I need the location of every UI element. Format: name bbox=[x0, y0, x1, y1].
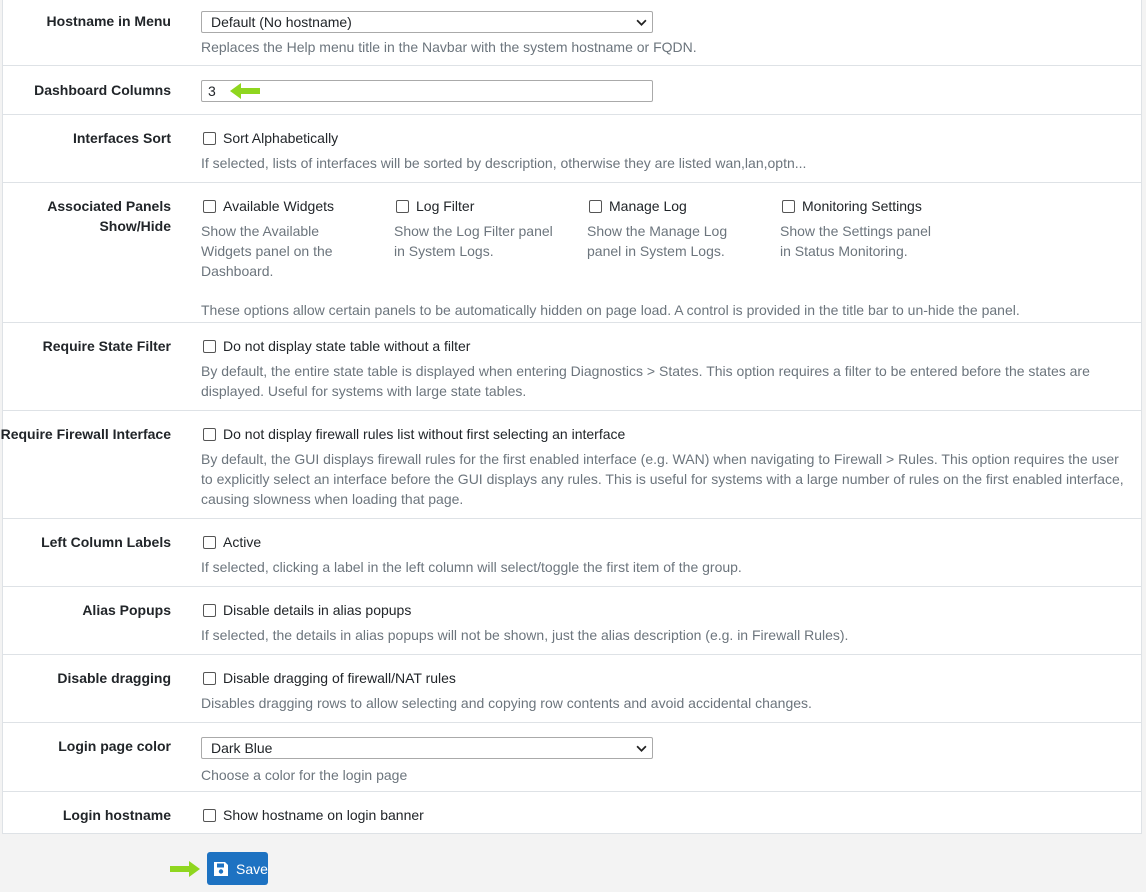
panel-option-available-widgets: Available Widgets Show the Available Wid… bbox=[201, 196, 394, 281]
label-left-column-labels[interactable]: Left Column Labels bbox=[41, 532, 171, 552]
log-filter-label[interactable]: Log Filter bbox=[416, 196, 474, 216]
dashboard-columns-value: 3 bbox=[208, 83, 216, 99]
checkbox-box[interactable] bbox=[203, 808, 216, 822]
login-page-color-select[interactable]: Dark Blue bbox=[201, 737, 653, 759]
checkbox-box[interactable] bbox=[203, 671, 216, 685]
label-associated-panels-line1: Associated Panels bbox=[47, 198, 171, 214]
help-interfaces-sort: If selected, lists of interfaces will be… bbox=[201, 155, 807, 171]
row-left-column-labels: Left Column Labels Active If selected, c… bbox=[3, 519, 1141, 587]
checkbox-box[interactable] bbox=[203, 603, 216, 617]
available-widgets-checkbox[interactable]: Available Widgets bbox=[201, 196, 394, 216]
green-arrow-icon bbox=[170, 861, 200, 877]
checkbox-box[interactable] bbox=[203, 339, 216, 353]
log-filter-checkbox[interactable]: Log Filter bbox=[394, 196, 587, 216]
help-log-filter: Show the Log Filter panel in System Logs… bbox=[394, 223, 553, 259]
login-hostname-checkbox-label[interactable]: Show hostname on login banner bbox=[223, 805, 424, 825]
row-hostname-in-menu: Hostname in Menu Default (No hostname) R… bbox=[3, 0, 1141, 66]
save-button[interactable]: Save bbox=[207, 852, 268, 885]
label-associated-panels-line2: Show/Hide bbox=[99, 218, 171, 234]
checkbox-box[interactable] bbox=[203, 535, 216, 549]
checkbox-box[interactable] bbox=[589, 199, 602, 213]
checkbox-box[interactable] bbox=[782, 199, 795, 213]
help-disable-dragging: Disables dragging rows to allow selectin… bbox=[201, 695, 812, 711]
hostname-in-menu-selected: Default (No hostname) bbox=[211, 14, 352, 30]
label-associated-panels[interactable]: Associated Panels Show/Hide bbox=[47, 196, 171, 236]
left-column-labels-checkbox-label[interactable]: Active bbox=[223, 532, 261, 552]
disable-dragging-checkbox-label[interactable]: Disable dragging of firewall/NAT rules bbox=[223, 668, 456, 688]
require-state-filter-checkbox-label[interactable]: Do not display state table without a fil… bbox=[223, 336, 470, 356]
label-disable-dragging[interactable]: Disable dragging bbox=[57, 668, 171, 688]
chevron-down-icon bbox=[636, 745, 647, 752]
checkbox-box[interactable] bbox=[203, 199, 216, 213]
row-login-page-color: Login page color Dark Blue Choose a colo… bbox=[3, 723, 1141, 792]
label-login-hostname[interactable]: Login hostname bbox=[63, 805, 171, 825]
require-firewall-interface-checkbox[interactable]: Do not display firewall rules list witho… bbox=[201, 424, 1131, 444]
require-firewall-interface-checkbox-label[interactable]: Do not display firewall rules list witho… bbox=[223, 424, 625, 444]
panel-option-manage-log: Manage Log Show the Manage Log panel in … bbox=[587, 196, 780, 281]
help-login-page-color: Choose a color for the login page bbox=[201, 767, 408, 783]
manage-log-checkbox[interactable]: Manage Log bbox=[587, 196, 780, 216]
label-require-state-filter[interactable]: Require State Filter bbox=[43, 336, 171, 356]
row-dashboard-columns: Dashboard Columns 3 bbox=[3, 66, 1141, 115]
left-column-labels-checkbox[interactable]: Active bbox=[201, 532, 1131, 552]
alias-popups-checkbox[interactable]: Disable details in alias popups bbox=[201, 600, 1131, 620]
label-interfaces-sort[interactable]: Interfaces Sort bbox=[73, 128, 171, 148]
help-available-widgets: Show the Available Widgets panel on the … bbox=[201, 223, 333, 279]
help-require-firewall-interface: By default, the GUI displays firewall ru… bbox=[201, 451, 1124, 507]
row-interfaces-sort: Interfaces Sort Sort Alphabetically If s… bbox=[3, 115, 1141, 183]
label-dashboard-columns[interactable]: Dashboard Columns bbox=[34, 80, 171, 100]
monitoring-settings-label[interactable]: Monitoring Settings bbox=[802, 196, 922, 216]
label-hostname-in-menu[interactable]: Hostname in Menu bbox=[47, 11, 171, 31]
alias-popups-checkbox-label[interactable]: Disable details in alias popups bbox=[223, 600, 411, 620]
checkbox-box[interactable] bbox=[203, 131, 216, 145]
help-left-column-labels: If selected, clicking a label in the lef… bbox=[201, 559, 742, 575]
help-associated-panels: These options allow certain panels to be… bbox=[201, 302, 1020, 318]
help-alias-popups: If selected, the details in alias popups… bbox=[201, 627, 849, 643]
green-arrow-icon bbox=[230, 83, 260, 99]
help-hostname-in-menu: Replaces the Help menu title in the Navb… bbox=[201, 39, 697, 55]
dashboard-columns-input[interactable]: 3 bbox=[201, 80, 653, 102]
label-login-page-color[interactable]: Login page color bbox=[58, 736, 171, 756]
login-page-color-selected: Dark Blue bbox=[211, 740, 273, 756]
monitoring-settings-checkbox[interactable]: Monitoring Settings bbox=[780, 196, 973, 216]
panel-option-log-filter: Log Filter Show the Log Filter panel in … bbox=[394, 196, 587, 281]
label-alias-popups[interactable]: Alias Popups bbox=[82, 600, 171, 620]
manage-log-label[interactable]: Manage Log bbox=[609, 196, 687, 216]
login-hostname-checkbox[interactable]: Show hostname on login banner bbox=[201, 805, 1131, 825]
interfaces-sort-checkbox-label[interactable]: Sort Alphabetically bbox=[223, 128, 338, 148]
row-require-state-filter: Require State Filter Do not display stat… bbox=[3, 323, 1141, 411]
row-login-hostname: Login hostname Show hostname on login ba… bbox=[3, 792, 1141, 834]
save-button-label: Save bbox=[236, 860, 268, 877]
floppy-disk-icon bbox=[214, 861, 228, 876]
help-manage-log: Show the Manage Log panel in System Logs… bbox=[587, 223, 728, 259]
checkbox-box[interactable] bbox=[396, 199, 409, 213]
row-alias-popups: Alias Popups Disable details in alias po… bbox=[3, 587, 1141, 655]
checkbox-box[interactable] bbox=[203, 427, 216, 441]
row-associated-panels: Associated Panels Show/Hide Available Wi… bbox=[3, 183, 1141, 323]
settings-panel: Hostname in Menu Default (No hostname) R… bbox=[1, 0, 1142, 834]
row-require-firewall-interface: Require Firewall Interface Do not displa… bbox=[1, 411, 1141, 519]
available-widgets-label[interactable]: Available Widgets bbox=[223, 196, 334, 216]
chevron-down-icon bbox=[636, 19, 647, 26]
require-state-filter-checkbox[interactable]: Do not display state table without a fil… bbox=[201, 336, 1131, 356]
panel-option-monitoring-settings: Monitoring Settings Show the Settings pa… bbox=[780, 196, 973, 281]
disable-dragging-checkbox[interactable]: Disable dragging of firewall/NAT rules bbox=[201, 668, 1131, 688]
help-monitoring-settings: Show the Settings panel in Status Monito… bbox=[780, 223, 931, 259]
hostname-in-menu-select[interactable]: Default (No hostname) bbox=[201, 11, 653, 33]
row-disable-dragging: Disable dragging Disable dragging of fir… bbox=[3, 655, 1141, 723]
label-require-firewall-interface[interactable]: Require Firewall Interface bbox=[1, 424, 171, 444]
interfaces-sort-checkbox[interactable]: Sort Alphabetically bbox=[201, 128, 1131, 148]
help-require-state-filter: By default, the entire state table is di… bbox=[201, 363, 1090, 399]
